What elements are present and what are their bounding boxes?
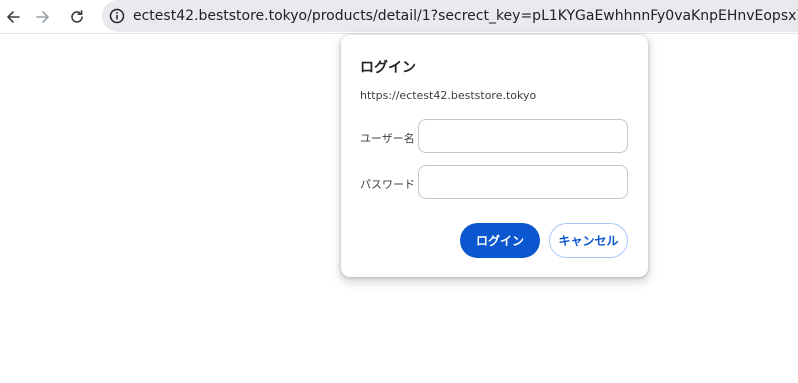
arrow-right-icon (36, 11, 49, 23)
reload-button[interactable] (64, 4, 90, 30)
cancel-button[interactable]: キャンセル (549, 223, 628, 258)
login-dialog: ログイン https://ectest42.beststore.tokyo ユー… (341, 35, 648, 277)
username-input[interactable] (418, 119, 628, 153)
password-label: パスワード (360, 178, 415, 191)
password-input[interactable] (418, 165, 628, 199)
login-button[interactable]: ログイン (460, 223, 540, 258)
forward-button[interactable] (30, 4, 56, 30)
reload-icon (71, 10, 83, 23)
username-label: ユーザー名 (360, 132, 415, 145)
dialog-origin: https://ectest42.beststore.tokyo (360, 89, 537, 102)
info-circle-icon (109, 8, 125, 24)
browser-toolbar: ectest42.beststore.tokyo/products/detail… (0, 0, 798, 34)
site-info-button[interactable] (109, 5, 125, 27)
address-bar[interactable]: ectest42.beststore.tokyo/products/detail… (102, 0, 798, 32)
url-text[interactable]: ectest42.beststore.tokyo/products/detail… (133, 8, 798, 24)
dialog-title: ログイン (360, 60, 416, 76)
arrow-left-icon (7, 11, 20, 23)
back-button[interactable] (0, 4, 26, 30)
